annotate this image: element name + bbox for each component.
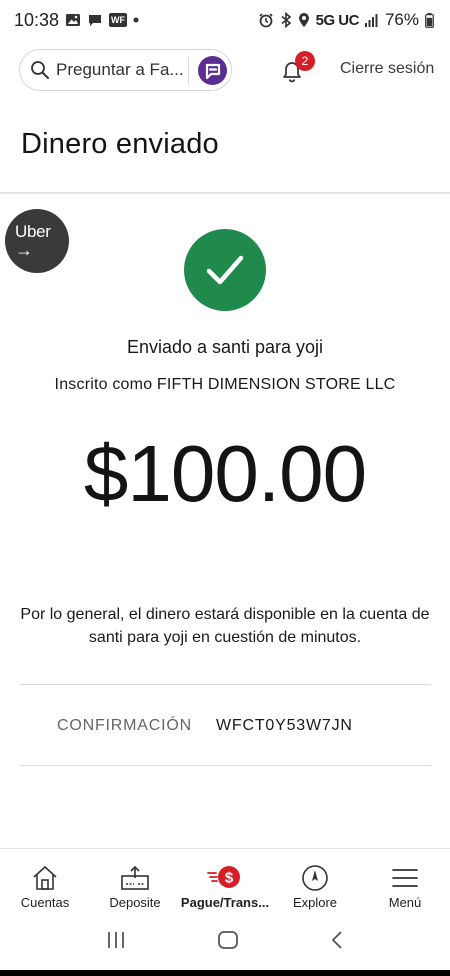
nav-accounts-label: Cuentas [20,895,70,910]
amount-sent: $100.00 [83,429,367,518]
nav-explore-label: Explore [292,895,338,910]
uber-bubble[interactable]: Uber → [5,209,69,273]
logout-link[interactable]: Cierre sesión [340,60,434,78]
dot-icon [133,17,139,23]
bottom-nav: Cuentas Deposite $ Pague/Trans... Explor… [0,848,450,914]
nav-deposit[interactable]: Deposite [90,849,180,915]
system-nav-bar [0,914,450,970]
signal-icon [364,13,379,27]
nav-deposit-label: Deposite [109,895,161,910]
gallery-icon [65,12,81,28]
nav-pay-transfer-label: Pague/Trans... [180,895,270,910]
app-header: Preguntar a Fa... 2 Cierre sesión [0,46,450,96]
battery-icon [425,12,434,28]
status-left: 10:38 WF [14,10,139,31]
nav-menu[interactable]: Menú [360,849,450,915]
availability-note: Por lo general, el dinero estará disponi… [20,606,430,646]
location-icon [298,12,310,28]
alarm-icon [258,12,274,28]
confirmation-divider-bottom [19,765,431,766]
home-icon[interactable] [217,929,239,956]
recent-apps-icon[interactable] [105,930,127,955]
search-icon [30,60,50,80]
nav-accounts[interactable]: Cuentas [0,849,90,915]
status-time: 10:38 [14,9,60,30]
compass-icon [300,863,330,893]
confirmation-label: CONFIRMACIÓN [57,717,192,734]
notification-count-badge: 2 [295,51,315,71]
network-label: 5G UC [315,11,360,29]
status-bar: 10:38 WF 5G UC 76% [0,0,450,40]
search-divider [188,57,189,85]
nav-pay-transfer[interactable]: $ Pague/Trans... [180,849,270,915]
page-title: Dinero enviado [21,128,219,160]
ask-fargo-search[interactable]: Preguntar a Fa... [19,49,232,91]
screen: 10:38 WF 5G UC 76% Preguntar a Fa... 2 C… [0,0,450,976]
nav-menu-label: Menú [388,895,422,910]
confirmation-number: WFCT0Y53W7JN [216,717,353,734]
battery-percent: 76% [384,10,419,29]
hamburger-icon [390,863,420,893]
arrow-right-icon: → [15,240,33,260]
bluetooth-icon [280,12,292,28]
back-icon[interactable] [329,929,345,956]
confirmation-divider-top [19,684,431,685]
uber-label: Uber [15,222,51,241]
fargo-assistant-icon[interactable] [198,56,227,85]
wf-badge-icon: WF [109,13,128,27]
chat-icon [87,12,103,28]
nav-explore[interactable]: Explore [270,849,360,915]
svg-text:$: $ [225,870,234,887]
success-check-icon [184,229,266,311]
status-right: 5G UC 76% [258,10,434,30]
screen-bottom-edge [0,970,450,976]
search-placeholder: Preguntar a Fa... [56,60,184,79]
deposit-icon [120,863,150,893]
registered-as-text: Inscrito como FIFTH DIMENSION STORE LLC [54,376,396,393]
title-divider [0,192,450,194]
pay-transfer-icon: $ [207,863,243,893]
sent-to-text: Enviado a santi para yoji [126,337,324,357]
house-icon [30,863,60,893]
